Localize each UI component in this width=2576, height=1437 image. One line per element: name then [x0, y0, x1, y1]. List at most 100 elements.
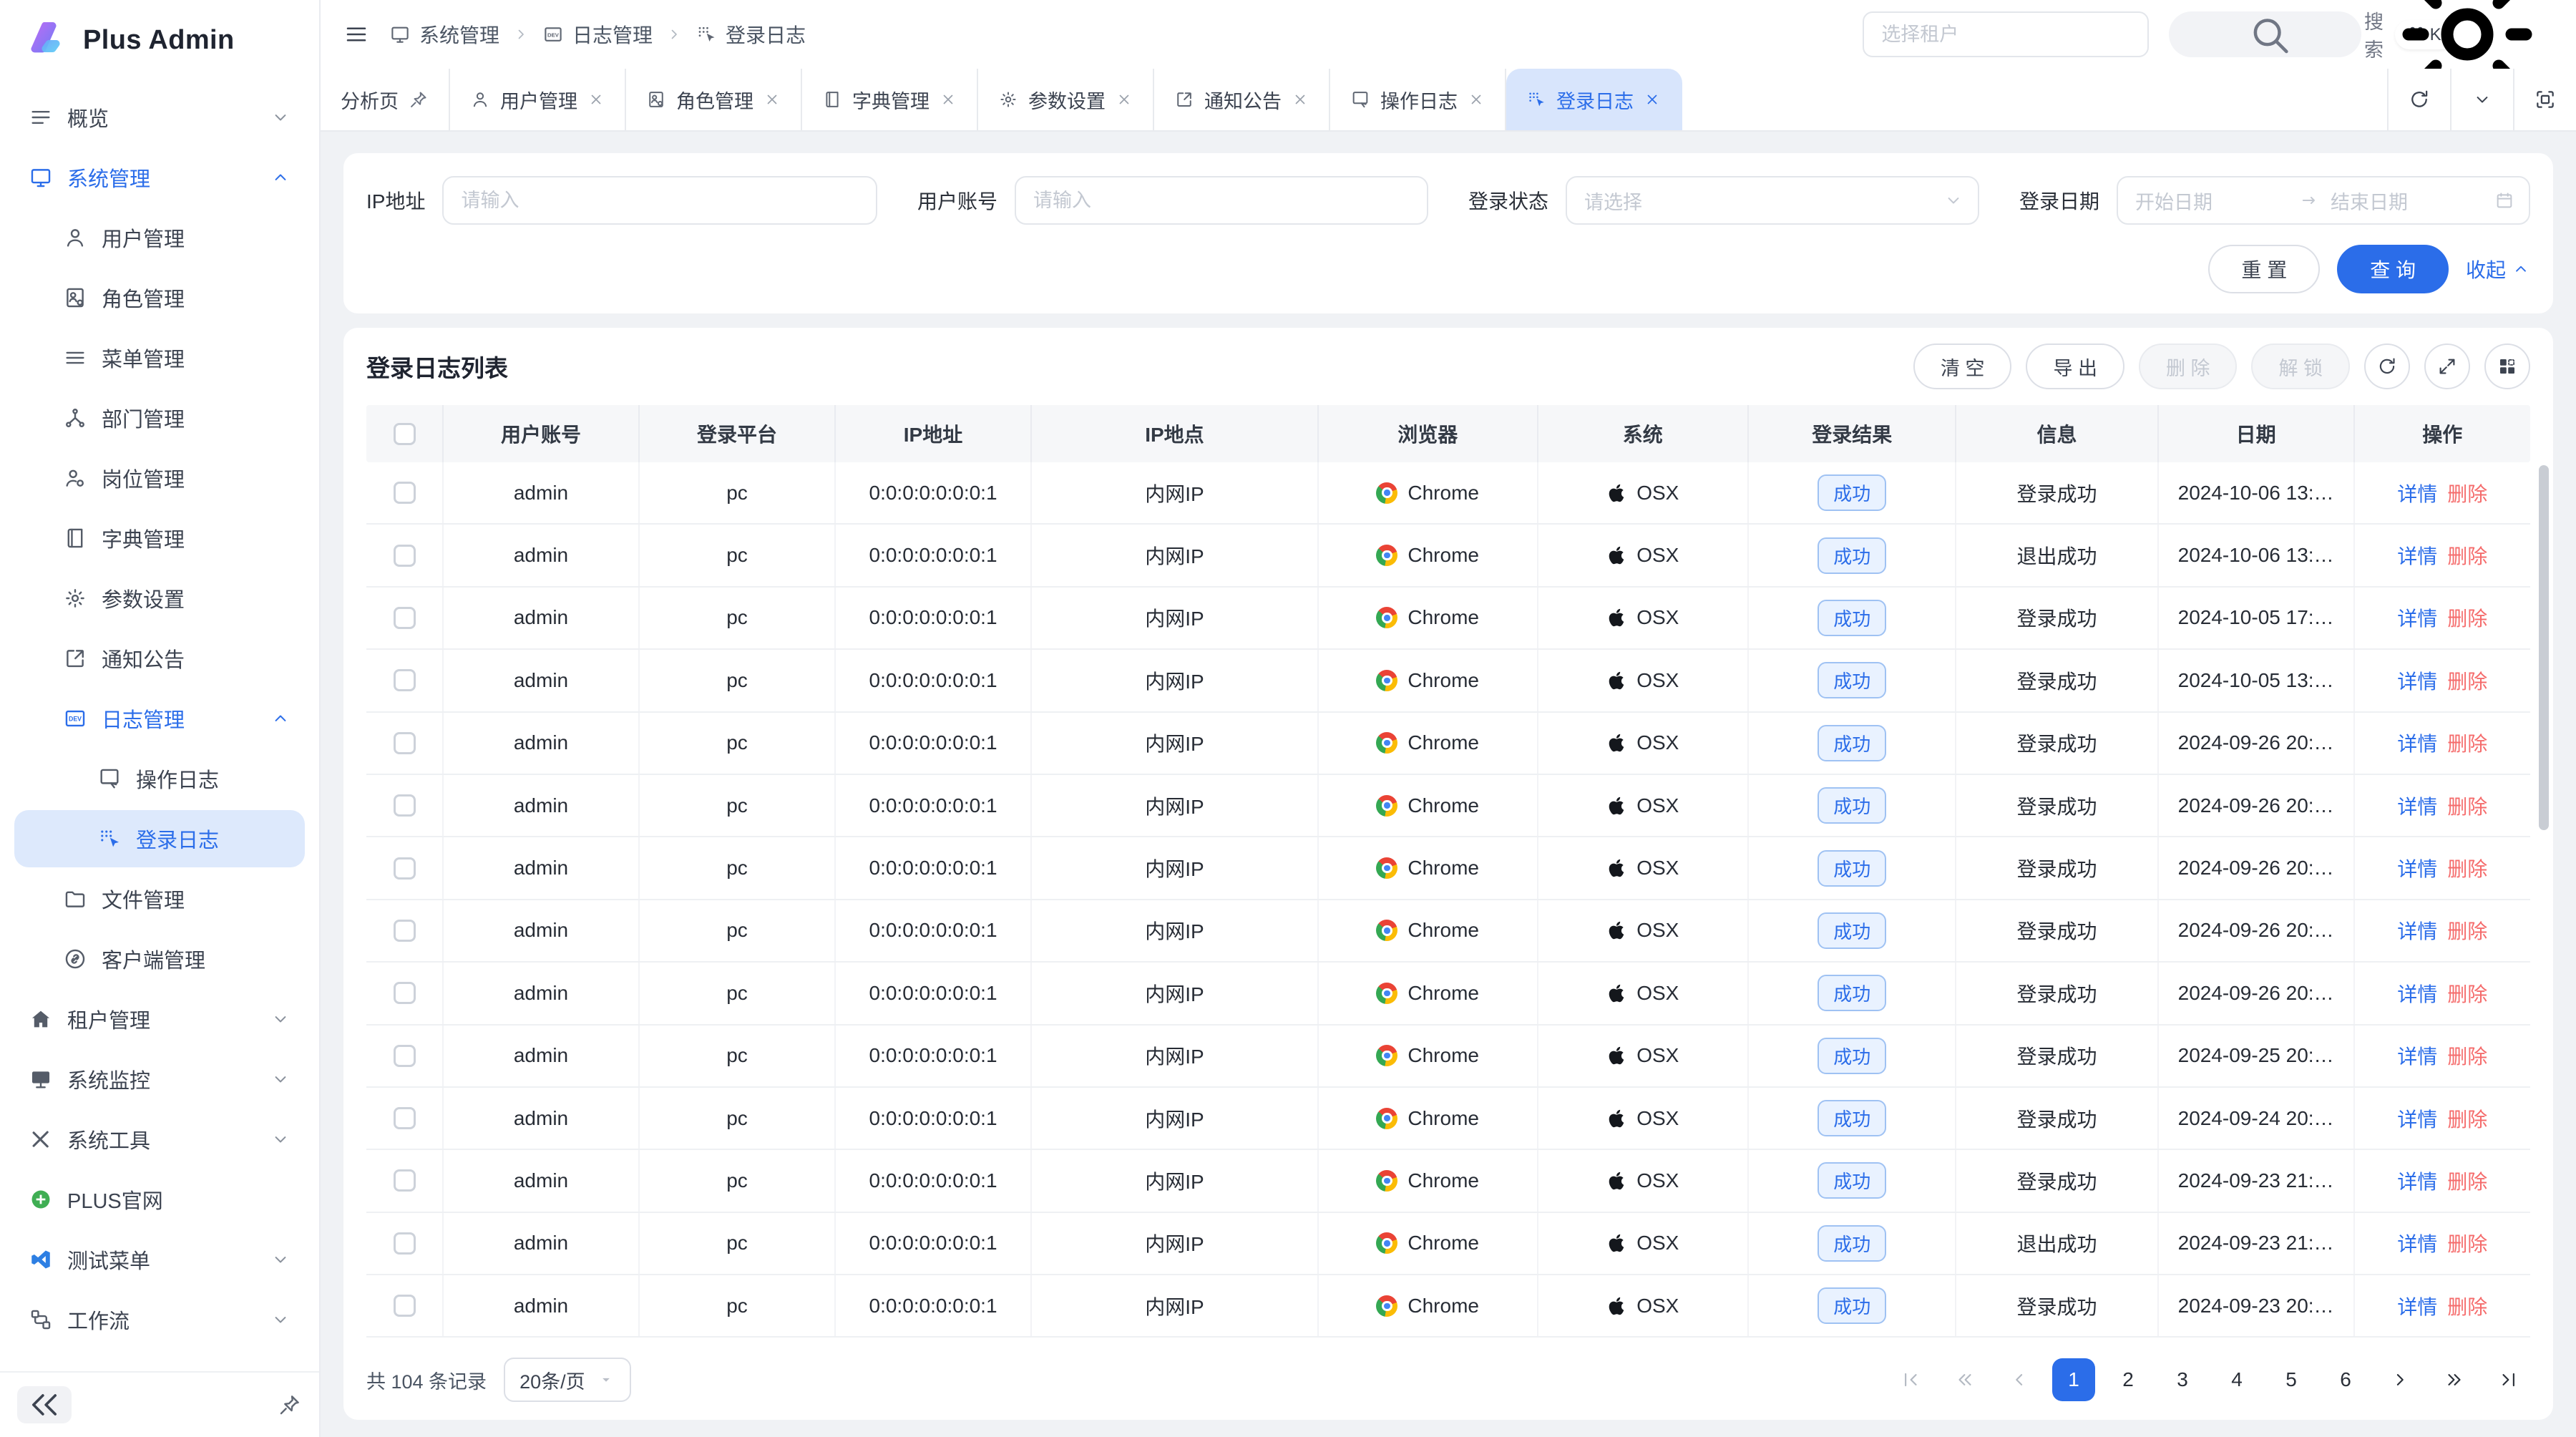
sidebar-item-系统监控[interactable]: 系统监控	[14, 1051, 305, 1108]
sidebar-item-测试菜单[interactable]: 测试菜单	[14, 1231, 305, 1288]
reset-button[interactable]: 重 置	[2208, 245, 2320, 293]
page-1-button[interactable]: 1	[2052, 1358, 2095, 1401]
search-button[interactable]: 查 询	[2337, 245, 2449, 293]
tab-登录日志[interactable]: 登录日志	[1506, 69, 1682, 130]
table-scrollbar[interactable]	[2539, 465, 2549, 830]
page-next2-button[interactable]	[2433, 1358, 2476, 1401]
sidebar-item-字典管理[interactable]: 字典管理	[14, 510, 305, 567]
tab-close-button[interactable]	[587, 91, 605, 108]
content-fullscreen-button[interactable]	[2513, 69, 2576, 130]
row-checkbox[interactable]	[394, 732, 416, 754]
delete-link[interactable]: 删除	[2447, 603, 2487, 632]
page-last-button[interactable]	[2487, 1358, 2530, 1401]
sidebar-item-租户管理[interactable]: 租户管理	[14, 990, 305, 1048]
row-checkbox[interactable]	[394, 857, 416, 880]
account-input[interactable]	[1015, 176, 1428, 225]
row-checkbox[interactable]	[394, 545, 416, 567]
collapse-filters-link[interactable]: 收起	[2466, 255, 2530, 283]
tab-通知公告[interactable]: 通知公告	[1154, 69, 1330, 130]
sidebar-item-操作日志[interactable]: 操作日志	[14, 750, 305, 807]
sidebar-item-角色管理[interactable]: 角色管理	[14, 269, 305, 326]
detail-link[interactable]: 详情	[2397, 479, 2437, 507]
tab-close-button[interactable]	[1116, 91, 1133, 108]
detail-link[interactable]: 详情	[2397, 666, 2437, 695]
delete-button[interactable]: 删 除	[2139, 344, 2238, 389]
sidebar-item-PLUS官网[interactable]: PLUS官网	[14, 1171, 305, 1228]
detail-link[interactable]: 详情	[2397, 603, 2437, 632]
breadcrumb-item-日志管理[interactable]: DEV日志管理	[542, 20, 653, 49]
detail-link[interactable]: 详情	[2397, 1041, 2437, 1070]
tab-分析页[interactable]: 分析页	[321, 69, 450, 130]
tenant-select-input[interactable]	[1863, 11, 2149, 57]
delete-link[interactable]: 删除	[2447, 1041, 2487, 1070]
sidebar-item-客户端管理[interactable]: 客户端管理	[14, 930, 305, 988]
tab-refresh-button[interactable]	[2387, 69, 2450, 130]
page-prev2-button[interactable]	[1943, 1358, 1986, 1401]
detail-link[interactable]: 详情	[2397, 1104, 2437, 1133]
global-search-button[interactable]: 搜索 ⌘ K	[2169, 11, 2361, 57]
delete-link[interactable]: 删除	[2447, 1229, 2487, 1257]
breadcrumb-item-登录日志[interactable]: 登录日志	[696, 20, 806, 49]
table-fullscreen-button[interactable]	[2424, 344, 2470, 389]
export-button[interactable]: 导 出	[2026, 344, 2124, 389]
sidebar-item-菜单管理[interactable]: 菜单管理	[14, 329, 305, 386]
detail-link[interactable]: 详情	[2397, 791, 2437, 820]
sidebar-item-登录日志[interactable]: 登录日志	[14, 810, 305, 867]
sidebar-pin-button[interactable]	[278, 1393, 302, 1417]
page-next-button[interactable]	[2379, 1358, 2421, 1401]
table-refresh-button[interactable]	[2364, 344, 2410, 389]
row-checkbox[interactable]	[394, 1232, 416, 1255]
sidebar-item-系统工具[interactable]: 系统工具	[14, 1111, 305, 1168]
sidebar-item-概览[interactable]: 概览	[14, 89, 305, 146]
detail-link[interactable]: 详情	[2397, 1229, 2437, 1257]
row-checkbox[interactable]	[394, 669, 416, 691]
tab-参数设置[interactable]: 参数设置	[978, 69, 1154, 130]
delete-link[interactable]: 删除	[2447, 979, 2487, 1008]
row-checkbox[interactable]	[394, 1295, 416, 1317]
row-checkbox[interactable]	[394, 607, 416, 629]
detail-link[interactable]: 详情	[2397, 916, 2437, 945]
detail-link[interactable]: 详情	[2397, 979, 2437, 1008]
page-size-select[interactable]: 20条/页	[504, 1358, 631, 1402]
detail-link[interactable]: 详情	[2397, 1166, 2437, 1195]
delete-link[interactable]: 删除	[2447, 791, 2487, 820]
row-checkbox[interactable]	[394, 1045, 416, 1067]
row-checkbox[interactable]	[394, 1107, 416, 1129]
column-settings-button[interactable]	[2484, 344, 2530, 389]
sidebar-item-系统管理[interactable]: 系统管理	[14, 149, 305, 206]
select-all-checkbox[interactable]	[394, 423, 416, 445]
page-4-button[interactable]: 4	[2215, 1358, 2258, 1401]
row-checkbox[interactable]	[394, 482, 416, 504]
sidebar-collapse-button[interactable]	[17, 1386, 72, 1423]
delete-link[interactable]: 删除	[2447, 666, 2487, 695]
detail-link[interactable]: 详情	[2397, 729, 2437, 757]
sidebar-item-岗位管理[interactable]: 岗位管理	[14, 449, 305, 507]
row-checkbox[interactable]	[394, 1169, 416, 1192]
delete-link[interactable]: 删除	[2447, 1104, 2487, 1133]
page-2-button[interactable]: 2	[2107, 1358, 2150, 1401]
tab-close-button[interactable]	[763, 91, 781, 108]
ip-input[interactable]	[442, 176, 877, 225]
menu-toggle-button[interactable]	[343, 21, 369, 47]
detail-link[interactable]: 详情	[2397, 541, 2437, 570]
detail-link[interactable]: 详情	[2397, 1292, 2437, 1320]
tab-字典管理[interactable]: 字典管理	[802, 69, 978, 130]
page-5-button[interactable]: 5	[2270, 1358, 2313, 1401]
delete-link[interactable]: 删除	[2447, 1166, 2487, 1195]
tab-menu-button[interactable]	[2450, 69, 2513, 130]
row-checkbox[interactable]	[394, 982, 416, 1004]
clear-button[interactable]: 清 空	[1913, 344, 2012, 389]
breadcrumb-item-系统管理[interactable]: 系统管理	[389, 20, 499, 49]
page-3-button[interactable]: 3	[2161, 1358, 2204, 1401]
sidebar-item-部门管理[interactable]: 部门管理	[14, 389, 305, 447]
row-checkbox[interactable]	[394, 794, 416, 817]
tab-角色管理[interactable]: 角色管理	[626, 69, 802, 130]
tab-close-button[interactable]	[1644, 91, 1661, 108]
delete-link[interactable]: 删除	[2447, 854, 2487, 882]
delete-link[interactable]: 删除	[2447, 541, 2487, 570]
unlock-button[interactable]: 解 锁	[2251, 344, 2350, 389]
status-select[interactable]: 请选择	[1566, 176, 1979, 225]
delete-link[interactable]: 删除	[2447, 479, 2487, 507]
delete-link[interactable]: 删除	[2447, 916, 2487, 945]
sidebar-item-通知公告[interactable]: 通知公告	[14, 630, 305, 687]
